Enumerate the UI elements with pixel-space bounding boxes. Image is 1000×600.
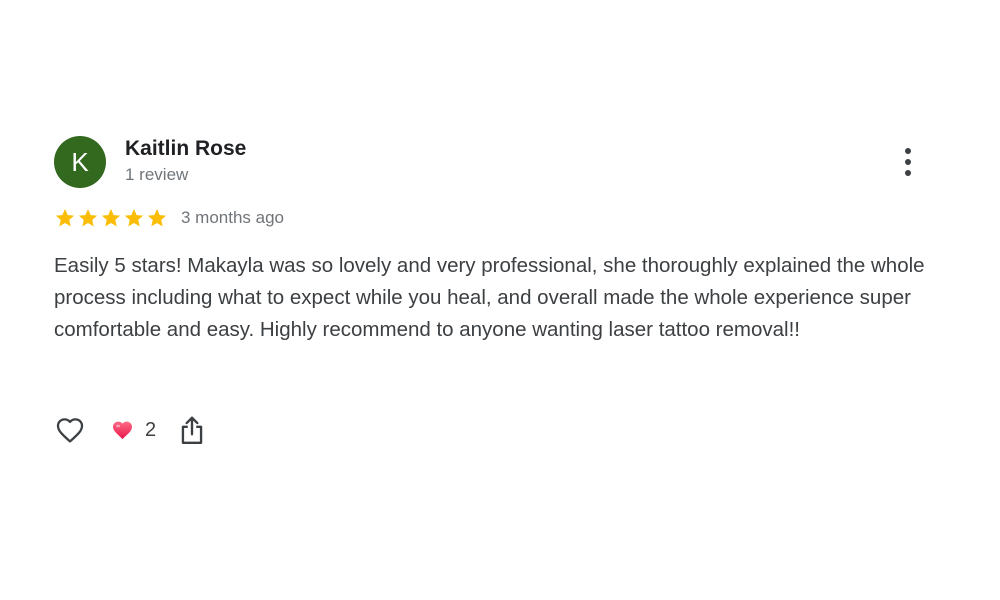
more-vertical-icon-dot	[905, 159, 911, 165]
review-text: Easily 5 stars! Makayla was so lovely an…	[54, 254, 925, 341]
star-icon	[78, 209, 98, 227]
star-icon	[101, 209, 121, 227]
more-vertical-icon	[905, 148, 911, 154]
avatar[interactable]: K	[54, 136, 106, 188]
star-icon	[124, 209, 144, 227]
rating-row: 3 months ago	[54, 206, 284, 230]
author-review-count[interactable]: 1 review	[125, 164, 188, 186]
star-icon	[55, 209, 75, 227]
more-vertical-icon-dot	[905, 170, 911, 176]
star-rating	[54, 207, 168, 229]
reaction-summary[interactable]: 2	[110, 418, 156, 442]
share-button[interactable]	[176, 412, 208, 448]
heart-filled-icon	[113, 421, 132, 439]
heart-outline-icon	[56, 418, 84, 443]
author-name[interactable]: Kaitlin Rose	[125, 136, 246, 162]
star-icon	[147, 209, 167, 227]
review-card: K Kaitlin Rose 1 review 3 months ago Eas…	[0, 0, 1000, 600]
review-actions: 2	[52, 412, 208, 448]
avatar-initial: K	[71, 147, 89, 177]
reaction-count: 2	[145, 418, 157, 441]
more-options-button[interactable]	[893, 144, 923, 180]
review-date: 3 months ago	[181, 208, 285, 227]
share-icon	[181, 416, 203, 444]
like-button[interactable]	[52, 412, 88, 448]
